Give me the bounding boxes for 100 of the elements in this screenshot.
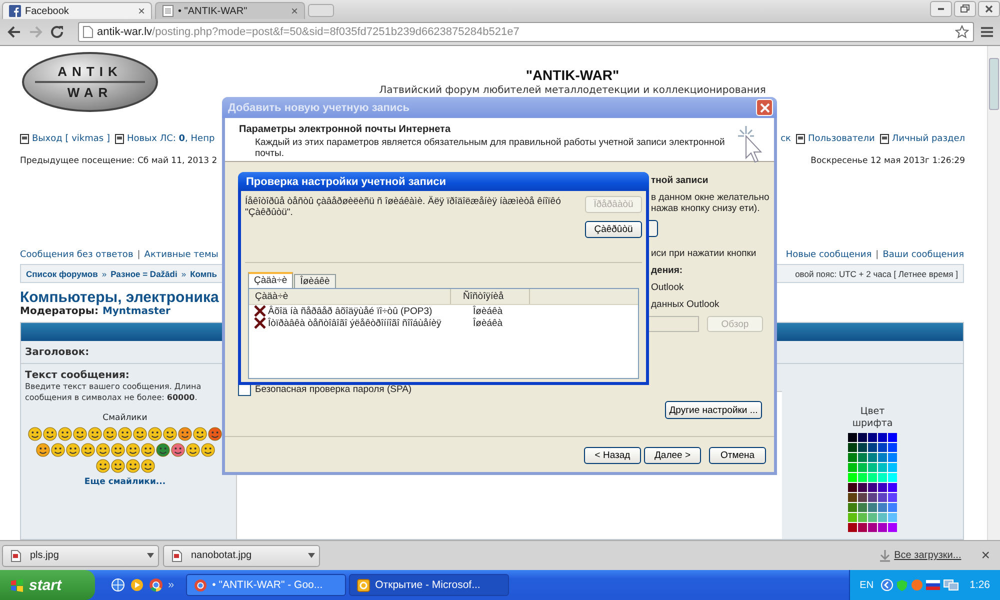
file-name: nanobotat.jpg <box>191 550 253 561</box>
more-settings-button[interactable]: Другие настройки ... <box>665 401 762 419</box>
smiley-icon <box>43 427 57 441</box>
smiley-icon <box>28 427 42 441</box>
smiley-icon <box>126 459 140 473</box>
dialog-button[interactable]: Çàêðûòü <box>585 221 642 238</box>
forum-link[interactable]: Ваши сообщения <box>882 250 964 260</box>
logo-text: ANTIK <box>58 64 122 79</box>
restore-button[interactable] <box>954 1 976 17</box>
close-button[interactable] <box>978 1 1000 17</box>
scroll-thumb[interactable] <box>989 58 999 110</box>
smiley-icon <box>80 443 94 457</box>
flag-icon <box>926 580 940 590</box>
header-title: Параметры электронной почты Интернета <box>239 124 452 135</box>
label-text: дения: <box>651 265 684 276</box>
path-field[interactable] <box>647 316 699 332</box>
smiley-icon <box>186 443 200 457</box>
dialog-button[interactable]: Отмена <box>709 447 766 464</box>
separator: | <box>876 250 879 260</box>
label-text: Outlook <box>651 282 685 293</box>
page-icon <box>114 134 124 144</box>
page-icon <box>83 26 93 38</box>
windows-logo-icon <box>10 578 24 592</box>
smileys-title: Смайлики <box>102 413 148 423</box>
nav-link[interactable]: Выход [ vikmas ] <box>32 134 110 144</box>
page-icon <box>162 5 174 17</box>
checkbox-label: Безопасная проверка пароля (SPA) <box>255 384 412 395</box>
table-cell: Îòïðàâêà òåñòîâîãî ýëåêòðîííîãî ñîîáùåíèÿ <box>268 318 442 328</box>
breadcrumb-link[interactable]: Список форумов <box>26 268 98 278</box>
taskbar-button[interactable]: Открытие - Microsof... <box>349 574 510 596</box>
message-hint: Введите текст вашего сообщения. Длина сообщения в символах не более: 60000. <box>25 381 202 403</box>
browser-tab[interactable]: • "ANTIK-WAR" × <box>155 2 305 19</box>
file-name: pls.jpg <box>30 550 60 561</box>
smiley-icon <box>66 443 80 457</box>
smiley-icon <box>118 427 132 441</box>
close-tab-icon[interactable]: × <box>290 4 298 18</box>
forum-link[interactable]: Новые сообщения <box>786 250 872 260</box>
table-cell: Âõîä íà ñåðâåð âõîäÿùåé ïî÷òû (POP3) <box>268 306 432 316</box>
smiley-icon <box>36 443 50 457</box>
header-text: Каждый из этих параметров является обязательным для правильной работы учетной записи электронной почты. <box>255 137 726 159</box>
clock: 1:26 <box>970 579 990 591</box>
separator: | <box>137 250 140 260</box>
smiley-icon <box>170 443 184 457</box>
nav-link[interactable]: Новых ЛС: 0, Непр <box>126 134 215 144</box>
forum-link[interactable]: Сообщения без ответов <box>20 250 134 260</box>
outlook-icon <box>357 578 370 592</box>
column-header[interactable]: Çàäà÷è <box>249 289 451 304</box>
shield-icon <box>896 579 908 591</box>
close-icon[interactable]: × <box>981 547 990 564</box>
table-cell-text: Îøèáêà <box>472 306 503 316</box>
breadcrumb-link[interactable]: Компь <box>190 268 217 278</box>
more-smileys-link[interactable]: Еще смайлики... <box>25 477 225 487</box>
download-item[interactable]: pls.jpg <box>2 544 159 566</box>
dialog-button[interactable]: < Назад <box>584 447 641 464</box>
forum-link[interactable]: Активные темы <box>144 250 218 260</box>
subject-label: Заголовок: <box>25 346 90 358</box>
color-palette[interactable] <box>848 433 897 532</box>
nav-text: ск <box>780 134 791 144</box>
dialog-title: Добавить новую учетную запись <box>228 102 411 114</box>
scrollbar[interactable] <box>987 46 1000 540</box>
start-button[interactable]: start <box>0 570 95 600</box>
nav-link[interactable]: Личный раздел <box>892 134 965 144</box>
page-icon <box>796 134 805 144</box>
chrome-icon <box>149 578 163 592</box>
smiley-icon <box>200 443 214 457</box>
all-downloads-link[interactable]: Все загрузки... <box>894 550 962 561</box>
tab[interactable]: Çàäà÷è <box>248 272 294 288</box>
restore-icon <box>959 3 971 15</box>
close-tab-icon[interactable]: × <box>138 4 145 18</box>
taskbar-button[interactable]: • "ANTIK-WAR" - Goo... <box>186 574 346 596</box>
reload-icon <box>50 25 66 39</box>
minimize-button[interactable] <box>930 1 952 17</box>
smiley-icon <box>88 427 102 441</box>
column-header[interactable]: Ñîñòîÿíèå <box>451 289 530 304</box>
globe-icon <box>111 578 125 592</box>
file-icon <box>11 550 21 562</box>
label-text: данных Outlook <box>651 299 720 310</box>
nav-link[interactable]: Пользователи <box>808 134 875 144</box>
dialog-button[interactable]: Далее > <box>644 447 701 464</box>
more-icon[interactable]: » <box>168 579 174 591</box>
moderator-link[interactable]: Myntmaster <box>102 306 170 317</box>
download-item[interactable]: nanobotat.jpg <box>163 544 320 566</box>
media-icon <box>130 578 144 592</box>
tab[interactable]: Îøèáêè <box>294 274 336 288</box>
page-icon <box>880 134 889 144</box>
smiley-icon <box>156 443 170 457</box>
smiley-icon <box>163 427 177 441</box>
logo-text: WAR <box>67 85 113 100</box>
menu-icon <box>980 26 994 38</box>
smiley-icon <box>96 443 110 457</box>
minimize-icon <box>937 8 945 10</box>
browser-tab[interactable]: Facebook × <box>2 2 152 19</box>
address-bar[interactable]: antik-war.lv/posting.php?mode=post&f=50&sid=8f035fd7251b239d6623875284b521e7 <box>78 22 974 42</box>
breadcrumb-link[interactable]: Разное = Dažādi <box>110 268 178 278</box>
dialog-title: Проверка настройки учетной записи <box>238 172 649 191</box>
url-text: antik-war.lv/posting.php?mode=post&f=50&sid=8f035fd7251b239d6623875284b521e7 <box>97 26 520 38</box>
smiley-icon <box>126 443 140 457</box>
tab-title: Facebook <box>25 6 70 16</box>
page-icon <box>20 134 29 144</box>
font-color-label: Цвет шрифта <box>851 406 894 430</box>
